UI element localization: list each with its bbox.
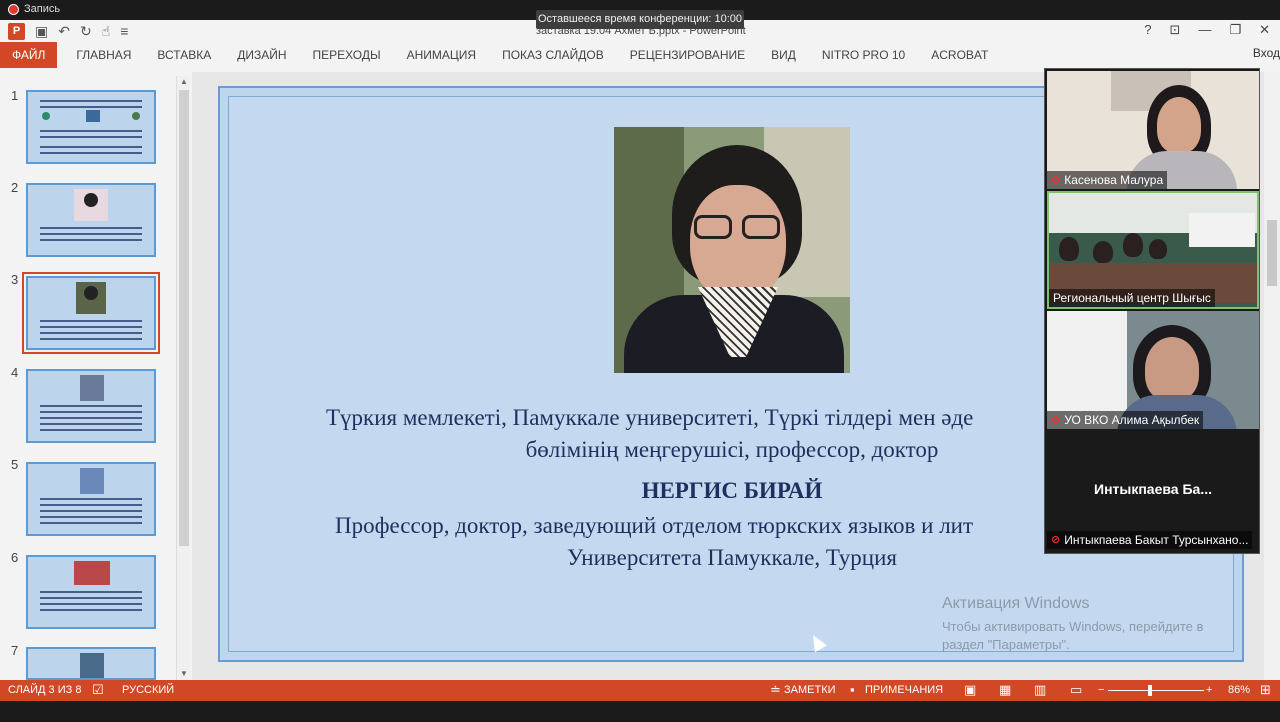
comments-button[interactable]: ПРИМЕЧАНИЯ xyxy=(865,684,943,696)
slide-thumbnail-7[interactable] xyxy=(26,647,156,680)
slide-text-kz-line1[interactable]: Түркия мемлекеті, Памуккале университеті… xyxy=(300,405,1040,431)
zoom-out-button[interactable]: − xyxy=(1098,684,1104,696)
normal-view-icon[interactable]: ▣ xyxy=(964,682,976,698)
video-tile[interactable]: ⊘ УО ВКО Алима Ақылбек xyxy=(1047,311,1259,429)
slide-thumbnail-3[interactable] xyxy=(22,272,160,354)
thumbnails-scrollbar[interactable]: ▲ ▼ xyxy=(176,76,190,680)
undo-icon[interactable]: ↶ xyxy=(58,22,70,40)
record-icon xyxy=(8,3,19,15)
minimize-button[interactable]: — xyxy=(1198,22,1211,38)
slide-text-ru-line1[interactable]: Профессор, доктор, заведующий отделом тю… xyxy=(300,513,1040,539)
zoom-level[interactable]: 86% xyxy=(1228,684,1250,696)
participant-label: ⊘ Касенова Малура xyxy=(1047,171,1168,189)
tab-animations[interactable]: АНИМАЦИЯ xyxy=(394,42,489,68)
participant-label: ⊘ Интыкпаева Бакыт Турсынхано... xyxy=(1047,531,1253,549)
participant-display-name: Интыкпаева Ба... xyxy=(1094,481,1212,497)
muted-mic-icon: ⊘ xyxy=(1051,414,1061,426)
participant-name: Региональный центр Шығыс xyxy=(1053,291,1211,305)
windows-activation-title: Активация Windows xyxy=(942,595,1090,612)
window-controls: ? ⊡ — ❐ ✕ xyxy=(1144,22,1270,38)
zoom-slider-handle[interactable] xyxy=(1148,685,1152,696)
thumb-number: 2 xyxy=(11,180,19,195)
comments-icon: ▪ xyxy=(850,682,855,697)
app-window: Запись Оставшееся время конференции: 10:… xyxy=(0,0,1280,722)
thumb-number: 4 xyxy=(11,365,19,380)
notes-button[interactable]: ЗАМЕТКИ xyxy=(784,684,836,696)
recording-label: Запись xyxy=(24,3,61,15)
tab-slideshow[interactable]: ПОКАЗ СЛАЙДОВ xyxy=(489,42,617,68)
recording-indicator: Запись xyxy=(8,3,60,15)
language-indicator[interactable]: РУССКИЙ xyxy=(122,684,174,696)
tab-transitions[interactable]: ПЕРЕХОДЫ xyxy=(300,42,394,68)
thumb-number: 5 xyxy=(11,457,19,472)
save-icon[interactable]: ▣ xyxy=(35,22,48,40)
participant-label: ⊘ УО ВКО Алима Ақылбек xyxy=(1047,411,1204,429)
sign-in-link[interactable]: Вход xyxy=(1253,46,1280,60)
thumb-number: 7 xyxy=(11,643,19,658)
help-button[interactable]: ? xyxy=(1144,22,1151,38)
tab-insert[interactable]: ВСТАВКА xyxy=(144,42,224,68)
slide-thumbnail-1[interactable] xyxy=(26,90,156,164)
editor-scrollbar[interactable] xyxy=(1264,72,1280,680)
scroll-thumb[interactable] xyxy=(179,90,189,546)
tab-acrobat[interactable]: ACROBAT xyxy=(918,42,1001,68)
slide-sorter-icon[interactable]: ▦ xyxy=(999,682,1011,698)
video-tile[interactable]: Интыкпаева Ба... ⊘ Интыкпаева Бакыт Турс… xyxy=(1047,431,1259,549)
zoom-in-button[interactable]: + xyxy=(1206,684,1212,696)
reading-view-icon[interactable]: ▥ xyxy=(1034,682,1046,698)
tab-view[interactable]: ВИД xyxy=(758,42,809,68)
status-bar: СЛАЙД 3 ИЗ 8 ☑ РУССКИЙ ≐ ЗАМЕТКИ ▪ ПРИМЕ… xyxy=(0,680,1280,701)
customize-qat-icon[interactable]: ≡ xyxy=(120,22,128,40)
powerpoint-logo-icon: P xyxy=(8,22,25,40)
slide-thumbnail-6[interactable] xyxy=(26,555,156,629)
tab-home[interactable]: ГЛАВНАЯ xyxy=(63,42,144,68)
tab-review[interactable]: РЕЦЕНЗИРОВАНИЕ xyxy=(617,42,758,68)
video-tile[interactable]: ⊘ Касенова Малура xyxy=(1047,71,1259,189)
slide-counter[interactable]: СЛАЙД 3 ИЗ 8 xyxy=(8,684,81,696)
touch-mode-icon[interactable]: ☝ xyxy=(102,22,111,40)
scroll-up-icon[interactable]: ▲ xyxy=(177,76,191,88)
conference-timer: Оставшееся время конференции: 10:00 xyxy=(536,10,744,29)
muted-mic-icon: ⊘ xyxy=(1051,174,1061,186)
speaker-photo[interactable] xyxy=(614,127,850,373)
bottom-strip xyxy=(0,701,1280,722)
scroll-down-icon[interactable]: ▼ xyxy=(177,668,191,680)
spellcheck-icon[interactable]: ☑ xyxy=(92,682,104,698)
thumb-number: 6 xyxy=(11,550,19,565)
participant-name: Касенова Малура xyxy=(1064,173,1164,187)
participant-name: УО ВКО Алима Ақылбек xyxy=(1064,413,1200,427)
windows-activation-subtitle: Чтобы активировать Windows, перейдите в … xyxy=(942,619,1204,652)
notes-icon: ≐ xyxy=(770,682,781,697)
muted-mic-icon: ⊘ xyxy=(1051,534,1061,546)
slide-thumbnail-2[interactable] xyxy=(26,183,156,257)
close-button[interactable]: ✕ xyxy=(1259,22,1270,38)
thumb-number: 1 xyxy=(11,88,19,103)
fit-to-window-icon[interactable]: ⊞ xyxy=(1260,682,1271,698)
ribbon-display-button[interactable]: ⊡ xyxy=(1170,22,1181,38)
video-tile[interactable]: Региональный центр Шығыс xyxy=(1047,191,1259,309)
participant-label: Региональный центр Шығыс xyxy=(1049,289,1215,307)
slideshow-icon[interactable]: ▭ xyxy=(1070,682,1082,698)
quick-access-toolbar: P ▣ ↶ ↻ ☝ ≡ xyxy=(8,22,128,40)
editor-scroll-thumb[interactable] xyxy=(1267,220,1277,286)
restore-button[interactable]: ❐ xyxy=(1229,22,1241,38)
tab-design[interactable]: ДИЗАЙН xyxy=(224,42,299,68)
slide-thumbnails-pane: 1 2 3 4 5 6 7 xyxy=(0,72,192,680)
video-conference-panel: ⊘ Касенова Малура Региональный центр Шығ… xyxy=(1044,68,1260,554)
redo-icon[interactable]: ↻ xyxy=(80,22,92,40)
tab-file[interactable]: ФАЙЛ xyxy=(0,42,58,68)
participant-name: Интыкпаева Бакыт Турсынхано... xyxy=(1064,533,1249,547)
thumb-number: 3 xyxy=(11,272,19,287)
slide-thumbnail-5[interactable] xyxy=(26,462,156,536)
tab-nitro[interactable]: NITRO PRO 10 xyxy=(809,42,918,68)
slide-thumbnail-4[interactable] xyxy=(26,369,156,443)
ribbon-tabs: ФАЙЛ ГЛАВНАЯ ВСТАВКА ДИЗАЙН ПЕРЕХОДЫ АНИ… xyxy=(0,42,1280,68)
zoom-slider-track[interactable] xyxy=(1108,690,1204,691)
